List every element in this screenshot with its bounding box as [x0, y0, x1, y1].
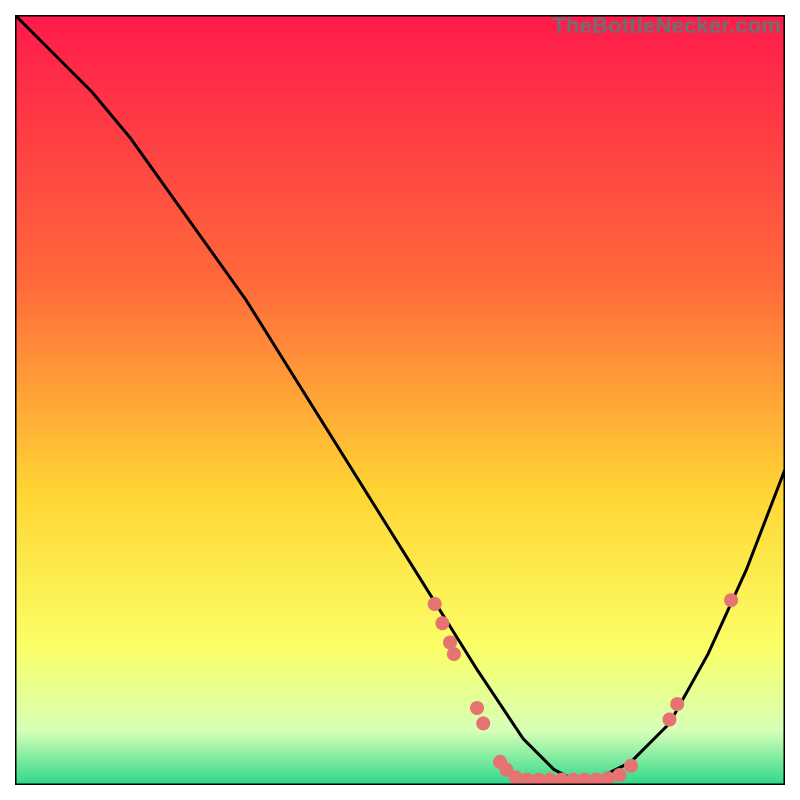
- curve-marker: [670, 697, 684, 711]
- curve-marker: [435, 616, 449, 630]
- curve-marker: [447, 647, 461, 661]
- curve-marker: [724, 593, 738, 607]
- chart-svg: [15, 15, 785, 785]
- curve-marker: [509, 770, 523, 784]
- curve-marker: [476, 716, 490, 730]
- chart-frame: TheBottleNecker.com: [15, 15, 785, 785]
- chart-background: [15, 15, 785, 785]
- curve-marker: [663, 713, 677, 727]
- curve-marker: [428, 597, 442, 611]
- curve-marker: [470, 701, 484, 715]
- curve-marker: [624, 759, 638, 773]
- curve-marker: [613, 768, 627, 782]
- watermark-label: TheBottleNecker.com: [552, 13, 781, 39]
